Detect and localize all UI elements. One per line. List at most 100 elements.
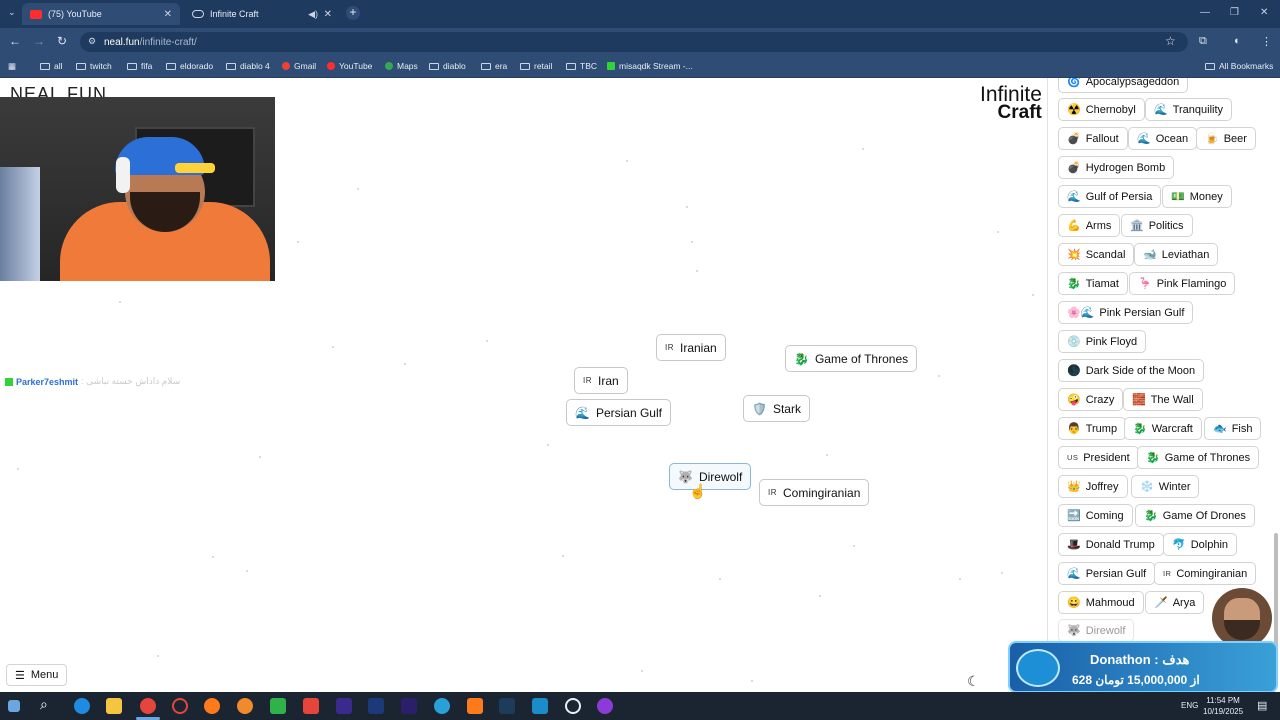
- forward-icon[interactable]: →: [33, 34, 45, 48]
- bookmark-diablo[interactable]: diablo: [429, 61, 466, 71]
- sidebar-item[interactable]: 🌊 Ocean: [1128, 127, 1198, 150]
- sidebar-item[interactable]: 🗡️ Arya: [1145, 591, 1205, 614]
- youtube-app-icon[interactable]: [303, 698, 319, 714]
- sidebar-item[interactable]: 🦩 Pink Flamingo: [1129, 272, 1236, 295]
- bookmark-tbc[interactable]: TBC: [566, 61, 597, 71]
- search-app-icon[interactable]: [237, 698, 253, 714]
- speaker-icon[interactable]: ◀): [308, 9, 318, 20]
- more-menu-icon[interactable]: ⋮: [1261, 35, 1272, 48]
- windows-start-icon[interactable]: [8, 700, 20, 712]
- canvas-element-iran[interactable]: IR Iran: [574, 367, 628, 394]
- canvas-element-game-of-thrones[interactable]: 🐉 Game of Thrones: [785, 345, 918, 372]
- dark-mode-moon-icon[interactable]: ☾: [967, 673, 980, 690]
- sidebar-item[interactable]: 🌊 Tranquility: [1145, 98, 1233, 121]
- tab-infinite-craft[interactable]: Infinite Craft ◀) ✕: [184, 3, 340, 25]
- bookmark-fifa[interactable]: fifa: [127, 61, 152, 71]
- sidebar-item[interactable]: 🌊 Persian Gulf: [1058, 562, 1156, 585]
- canvas-element-persian-gulf[interactable]: 🌊 Persian Gulf: [566, 399, 671, 426]
- back-icon[interactable]: ←: [9, 34, 21, 48]
- sidebar-item[interactable]: 🐟 Fish: [1204, 417, 1262, 440]
- sidebar-item[interactable]: 🐉 Tiamat: [1058, 272, 1128, 295]
- sidebar-item[interactable]: IR Comingiranian: [1154, 562, 1257, 585]
- xbox-icon[interactable]: [270, 698, 286, 714]
- close-tab-icon[interactable]: ✕: [164, 9, 172, 20]
- firefox-icon[interactable]: [204, 698, 220, 714]
- sidebar-item[interactable]: 👑 Joffrey: [1058, 475, 1128, 498]
- sidebar-item[interactable]: 💪 Arms: [1058, 214, 1121, 237]
- obs-icon[interactable]: [565, 698, 581, 714]
- sidebar-item[interactable]: ❄️ Winter: [1131, 475, 1200, 498]
- bookmark-all[interactable]: all: [40, 61, 63, 71]
- chrome-icon[interactable]: [140, 698, 156, 714]
- apps-icon[interactable]: ▦: [8, 61, 16, 72]
- bookmark-eldorado[interactable]: eldorado: [166, 61, 213, 71]
- bookmark-retail[interactable]: retail: [520, 61, 552, 71]
- sidebar-item[interactable]: 🏛️ Politics: [1121, 214, 1193, 237]
- bookmark-twitch[interactable]: twitch: [76, 61, 112, 71]
- close-window-icon[interactable]: ✕: [1260, 7, 1268, 18]
- system-clock[interactable]: 11:54 PM 10/19/2025: [1203, 695, 1243, 717]
- sidebar-item[interactable]: 💿 Pink Floyd: [1058, 330, 1147, 353]
- media-encoder-icon[interactable]: [401, 698, 417, 714]
- minimize-icon[interactable]: —: [1200, 7, 1210, 18]
- new-tab-button[interactable]: +: [346, 6, 360, 20]
- sidebar-item[interactable]: 🌊 Gulf of Persia: [1058, 185, 1162, 208]
- maximize-icon[interactable]: ❐: [1230, 7, 1239, 18]
- photoshop-icon[interactable]: [368, 698, 384, 714]
- canvas-element-direwolf[interactable]: 🐺 Direwolf: [669, 463, 752, 490]
- sidebar-item[interactable]: US President: [1058, 446, 1139, 469]
- bookmark-maps[interactable]: Maps: [385, 61, 418, 71]
- sidebar-item[interactable]: 🐋 Leviathan: [1134, 243, 1219, 266]
- sidebar-item[interactable]: 🍺 Beer: [1196, 127, 1256, 150]
- canvas-element-iranian[interactable]: IR Iranian: [656, 334, 726, 361]
- site-info-icon[interactable]: ⚙: [88, 36, 96, 47]
- extensions-icon[interactable]: ⧉: [1199, 35, 1207, 48]
- sidebar-item[interactable]: 🤪 Crazy: [1058, 388, 1124, 411]
- notification-icon[interactable]: ▤: [1257, 699, 1273, 715]
- close-tab-icon[interactable]: ✕: [324, 9, 332, 20]
- discord-icon[interactable]: [597, 698, 613, 714]
- opera-icon[interactable]: [172, 698, 188, 714]
- sidebar-scrollbar[interactable]: [1274, 533, 1278, 648]
- sidebar-item[interactable]: 🌑 Dark Side of the Moon: [1058, 359, 1205, 382]
- sidebar-item[interactable]: 👨 Trump: [1058, 417, 1127, 440]
- sidebar-item[interactable]: 🐬 Dolphin: [1163, 533, 1238, 556]
- steam-icon[interactable]: [499, 698, 515, 714]
- file-explorer-icon[interactable]: [106, 698, 122, 714]
- app-icon[interactable]: [467, 698, 483, 714]
- canvas-element-stark[interactable]: 🛡️ Stark: [743, 395, 810, 422]
- menu-button[interactable]: ☰ Menu: [6, 664, 68, 686]
- all-bookmarks[interactable]: All Bookmarks: [1205, 61, 1273, 71]
- sidebar-item[interactable]: 🐉 Warcraft: [1124, 417, 1202, 440]
- bookmark-diablo4[interactable]: diablo 4: [226, 61, 270, 71]
- language-indicator[interactable]: ENG: [1181, 701, 1198, 710]
- bookmark-gmail[interactable]: Gmail: [282, 61, 316, 71]
- sidebar-item[interactable]: 🐺 Direwolf: [1058, 619, 1135, 642]
- sidebar-item[interactable]: 🎩 Donald Trump: [1058, 533, 1164, 556]
- sidebar-item[interactable]: 🐉 Game of Thrones: [1137, 446, 1260, 469]
- sidebar-item[interactable]: 💣 Hydrogen Bomb: [1058, 156, 1175, 179]
- sidebar-item[interactable]: 🧱 The Wall: [1123, 388, 1203, 411]
- edge-icon[interactable]: [74, 698, 90, 714]
- bookmark-era[interactable]: era: [481, 61, 507, 71]
- tab-youtube[interactable]: (75) YouTube ✕: [22, 3, 180, 25]
- bookmark-star-icon[interactable]: ☆: [1165, 34, 1176, 48]
- search-icon[interactable]: ⌕: [40, 696, 56, 712]
- sidebar-item[interactable]: 🔜 Coming: [1058, 504, 1133, 527]
- sidebar-item[interactable]: 🐉 Game Of Drones: [1135, 504, 1255, 527]
- premiere-icon[interactable]: [336, 698, 352, 714]
- vpn-icon[interactable]: [532, 698, 548, 714]
- sidebar-item[interactable]: 🌀 Apocalypsageddon: [1058, 78, 1189, 93]
- sidebar-item[interactable]: 💥 Scandal: [1058, 243, 1135, 266]
- address-bar[interactable]: ⚙ neal.fun/infinite-craft/: [80, 32, 1188, 52]
- tab-search-icon[interactable]: ⌄: [8, 7, 16, 18]
- reload-icon[interactable]: ↻: [57, 34, 67, 48]
- profile-icon[interactable]: ◐: [1234, 35, 1241, 47]
- telegram-icon[interactable]: [434, 698, 450, 714]
- sidebar-item[interactable]: 😀 Mahmoud: [1058, 591, 1144, 614]
- sidebar-item[interactable]: 🌸🌊 Pink Persian Gulf: [1058, 301, 1194, 324]
- sidebar-item[interactable]: ☢️ Chernobyl: [1058, 98, 1145, 121]
- bookmark-youtube[interactable]: YouTube: [327, 61, 372, 71]
- bookmark-misaqdk[interactable]: misaqdk Stream -...: [607, 61, 693, 71]
- canvas-element-comingiranian[interactable]: IR Comingiranian: [759, 479, 870, 506]
